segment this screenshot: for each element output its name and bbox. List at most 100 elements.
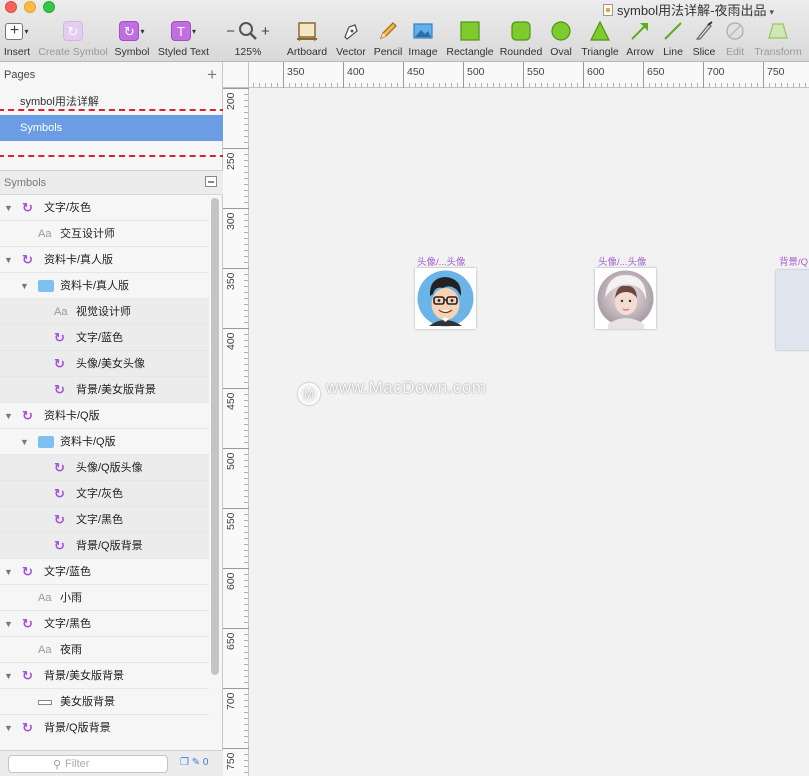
layer-label: 资料卡/Q版 <box>44 410 100 422</box>
arrow-button[interactable]: Arrow <box>625 20 655 60</box>
zoom-out-button[interactable]: − <box>226 23 235 40</box>
layer-row[interactable]: ▼ ↻ 文字/黑色 <box>0 611 209 637</box>
layer-row[interactable]: ↻ 文字/灰色 <box>0 481 209 507</box>
insert-label: Insert <box>3 46 31 58</box>
magnifier-icon <box>239 22 257 40</box>
text-layer-icon: Aa <box>38 592 52 604</box>
image-icon <box>413 23 433 39</box>
artboard-button[interactable]: Artboard <box>285 20 329 60</box>
ruler-label: 400 <box>225 332 237 350</box>
layer-row[interactable]: ▼ ↻ 文字/蓝色 <box>0 559 209 585</box>
transform-button[interactable]: Transform <box>752 20 804 60</box>
layer-list-scrollbar[interactable] <box>211 198 219 675</box>
layer-label: 资料卡/真人版 <box>44 254 114 266</box>
triangle-button[interactable]: Triangle <box>580 20 620 60</box>
layer-row[interactable]: ▼ 资料卡/真人版 <box>0 273 209 299</box>
symbol-icon: ↻ <box>54 330 65 345</box>
disclosure-triangle-icon[interactable]: ▼ <box>4 611 13 637</box>
ruler-tick <box>223 328 249 329</box>
layer-row[interactable]: ▼ ↻ 文字/灰色 <box>0 195 209 221</box>
artboard-background[interactable] <box>776 270 809 350</box>
styled-text-button[interactable]: T ▾ Styled Text <box>156 20 211 60</box>
brush-icon[interactable]: ✎ <box>192 757 200 768</box>
insert-button[interactable]: + ▾ Insert <box>2 20 32 60</box>
disclosure-triangle-icon[interactable]: ▼ <box>4 403 13 429</box>
copy-icon[interactable]: ❐ <box>180 757 189 768</box>
pencil-button[interactable]: Pencil <box>372 20 404 60</box>
symbol-icon: ↻ <box>22 408 33 423</box>
image-button[interactable]: Image <box>407 20 439 60</box>
layer-list: ▼ ↻ 文字/灰色 Aa 交互设计师 ▼ ↻ 资料卡/真人版 ▼ 资料卡/真人版 Aa 视觉设计师 ↻ 文… <box>0 195 209 740</box>
edit-label: Edit <box>725 46 745 58</box>
artboard-label-photo[interactable]: 头像/...头像 <box>598 254 647 268</box>
edit-button[interactable]: Edit <box>723 20 747 60</box>
layer-row[interactable]: ↻ 文字/黑色 <box>0 507 209 533</box>
zoom-control[interactable]: − + 125% <box>220 20 276 60</box>
disclosure-triangle-icon[interactable]: ▼ <box>4 663 13 689</box>
oval-button[interactable]: Oval <box>548 20 574 60</box>
watermark-logo-icon: M <box>298 383 320 405</box>
collapse-all-icon[interactable] <box>205 176 217 187</box>
layer-row[interactable]: ↻ 背景/Q版背景 <box>0 533 209 559</box>
ruler-label: 250 <box>225 152 237 170</box>
layer-row[interactable]: ▼ ↻ 背景/美女版背景 <box>0 663 209 689</box>
layer-label: 文字/蓝色 <box>76 332 124 344</box>
disclosure-triangle-icon[interactable]: ▼ <box>4 195 13 221</box>
artboard-photo-avatar[interactable] <box>595 268 656 329</box>
rounded-label: Rounded <box>499 46 543 58</box>
slice-button[interactable]: Slice <box>691 20 717 60</box>
minimize-window-button[interactable] <box>24 1 36 13</box>
canvas[interactable]: 头像/...头像 头像/...头像 背景/Q M www.MacDown.com <box>250 89 809 776</box>
layer-row[interactable]: ↻ 文字/蓝色 <box>0 325 209 351</box>
layer-label: 夜雨 <box>60 644 82 656</box>
create-symbol-button[interactable]: ↻ Create Symbol <box>38 20 108 60</box>
image-label: Image <box>408 46 438 58</box>
layer-row[interactable]: ▼ 资料卡/Q版 <box>0 429 209 455</box>
zoom-in-button[interactable]: + <box>261 23 270 40</box>
layer-row[interactable]: ▼ ↻ 背景/Q版背景 <box>0 715 209 740</box>
disclosure-triangle-icon[interactable]: ▼ <box>4 559 13 585</box>
line-button[interactable]: Line <box>661 20 685 60</box>
filter-input[interactable]: ⚲ Filter <box>8 755 168 773</box>
artboard-label-background[interactable]: 背景/Q <box>779 254 808 268</box>
document-icon <box>603 4 613 16</box>
rectangle-button[interactable]: Rectangle <box>445 20 495 60</box>
zoom-window-button[interactable] <box>43 1 55 13</box>
layer-label: 视觉设计师 <box>76 306 131 318</box>
add-page-button[interactable]: + <box>207 65 217 85</box>
document-title[interactable]: symbol用法详解-夜雨出品 ▾ <box>603 0 774 19</box>
layer-row[interactable]: ↻ 头像/美女头像 <box>0 351 209 377</box>
disclosure-triangle-icon[interactable]: ▼ <box>4 715 13 740</box>
layer-row[interactable]: ▼ ↻ 资料卡/真人版 <box>0 247 209 273</box>
rectangle-layer-icon <box>38 700 52 705</box>
symbol-icon: ↻ <box>22 720 33 735</box>
disclosure-triangle-icon[interactable]: ▼ <box>4 247 13 273</box>
layer-label: 交互设计师 <box>60 228 115 240</box>
layer-row[interactable]: Aa 交互设计师 <box>0 221 209 247</box>
ruler-tick <box>223 628 249 629</box>
artboard-label-cartoon[interactable]: 头像/...头像 <box>417 254 466 268</box>
layer-row[interactable]: ▼ ↻ 资料卡/Q版 <box>0 403 209 429</box>
layer-row[interactable]: ↻ 头像/Q版头像 <box>0 455 209 481</box>
layer-row[interactable]: Aa 视觉设计师 <box>0 299 209 325</box>
rounded-button[interactable]: Rounded <box>499 20 543 60</box>
symbol-button[interactable]: ↻ ▾ Symbol <box>113 20 151 60</box>
vertical-ruler[interactable]: 200 250 300 350 400 450 500 550 600 650 700 750 <box>223 88 249 776</box>
disclosure-triangle-icon[interactable]: ▼ <box>20 273 29 299</box>
layer-row[interactable]: 美女版背景 <box>0 689 209 715</box>
vector-button[interactable]: Vector <box>334 20 368 60</box>
horizontal-ruler[interactable]: 350 400 450 500 550 600 650 700 750 <box>223 62 809 88</box>
layer-label: 文字/黑色 <box>44 618 92 630</box>
symbol-icon: ↻ <box>54 512 65 527</box>
ruler-tick <box>343 62 344 88</box>
layer-row[interactable]: Aa 小雨 <box>0 585 209 611</box>
ruler-tick <box>223 748 249 749</box>
disclosure-triangle-icon[interactable]: ▼ <box>20 429 29 455</box>
ruler-label: 600 <box>225 572 237 590</box>
close-window-button[interactable] <box>5 1 17 13</box>
artboard-cartoon-avatar[interactable] <box>415 268 476 329</box>
ruler-label: 450 <box>225 392 237 410</box>
layer-label: 文字/黑色 <box>76 514 124 526</box>
layer-row[interactable]: ↻ 背景/美女版背景 <box>0 377 209 403</box>
layer-row[interactable]: Aa 夜雨 <box>0 637 209 663</box>
